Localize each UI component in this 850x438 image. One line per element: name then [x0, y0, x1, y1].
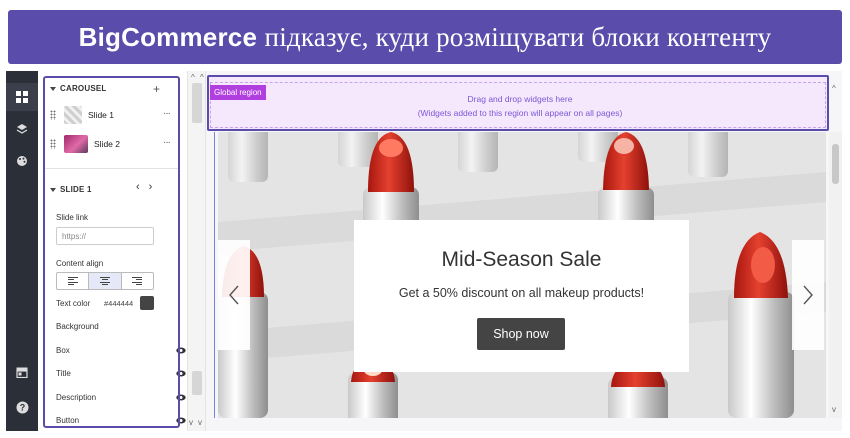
- widgets-icon[interactable]: [6, 83, 38, 111]
- panel-scrollbar[interactable]: [188, 71, 206, 431]
- promo-description: Get a 50% discount on all makeup product…: [398, 286, 645, 300]
- more-options-icon[interactable]: ···: [163, 137, 171, 148]
- promo-title: Mid-Season Sale: [441, 248, 602, 271]
- visibility-icon[interactable]: [176, 417, 186, 424]
- align-center-button[interactable]: [89, 273, 122, 289]
- visibility-icon[interactable]: [176, 394, 186, 401]
- visibility-icon[interactable]: [176, 347, 186, 354]
- canvas-guide-line: [214, 132, 215, 418]
- text-color-swatch[interactable]: [140, 296, 154, 310]
- caption-banner: BigCommerce підказує, куди розміщувати б…: [8, 10, 842, 64]
- caret-down-icon: [50, 86, 56, 91]
- property-label: Title: [56, 369, 71, 378]
- carousel-header-label: CAROUSEL: [60, 84, 107, 93]
- property-row-title[interactable]: Title: [56, 369, 206, 383]
- drop-zone-text: Drag and drop widgets here: [467, 94, 573, 104]
- help-icon[interactable]: ?: [6, 393, 38, 421]
- banner-title-brand: BigCommerce: [78, 21, 258, 52]
- svg-text:?: ?: [19, 402, 25, 412]
- shop-now-button[interactable]: Shop now: [477, 318, 565, 350]
- scrollbar-thumb[interactable]: [192, 83, 202, 123]
- property-row-background[interactable]: Background: [56, 322, 206, 336]
- carousel-section-header[interactable]: CAROUSEL: [50, 84, 107, 93]
- align-left-icon: [67, 277, 78, 285]
- slide-header-label: SLIDE 1: [60, 185, 92, 194]
- chevron-up-icon[interactable]: ^: [191, 73, 195, 82]
- add-slide-button[interactable]: +: [153, 82, 160, 96]
- drop-zone-note: (Widgets added to this region will appea…: [417, 108, 623, 118]
- list-item[interactable]: Slide 1 ···: [50, 104, 171, 126]
- slide-label: Slide 2: [94, 139, 120, 149]
- drag-handle-icon[interactable]: [50, 139, 56, 149]
- property-row-box[interactable]: Box: [56, 346, 206, 360]
- banner-title: BigCommerce підказує, куди розміщувати б…: [79, 22, 772, 53]
- slide-link-label: Slide link: [56, 213, 89, 222]
- slide-label: Slide 1: [88, 110, 114, 120]
- palette-icon[interactable]: [6, 147, 38, 175]
- more-options-icon[interactable]: ···: [163, 108, 171, 119]
- promo-box[interactable]: Mid-Season Sale Get a 50% discount on al…: [354, 220, 689, 372]
- align-center-icon: [99, 277, 110, 285]
- region-tag: Global region: [210, 85, 266, 100]
- banner-title-text: підказує, куди розміщувати блоки контент…: [264, 21, 772, 52]
- slide-thumbnail: [64, 106, 82, 124]
- carousel-next-button[interactable]: [792, 240, 824, 350]
- scrollbar-thumb-lower[interactable]: [192, 371, 202, 395]
- text-color-label: Text color: [56, 299, 91, 308]
- slide-link-input[interactable]: https://: [56, 227, 154, 245]
- text-color-value: #444444: [104, 299, 134, 308]
- carousel-prev-button[interactable]: [218, 240, 250, 350]
- property-row-button[interactable]: Button: [56, 416, 206, 430]
- canvas-scrollbar[interactable]: [829, 132, 842, 418]
- property-label: Box: [56, 346, 70, 355]
- visibility-icon[interactable]: [176, 370, 186, 377]
- drop-zone[interactable]: [210, 82, 826, 128]
- layers-icon[interactable]: [6, 115, 38, 143]
- slide-section-header[interactable]: SLIDE 1: [50, 185, 92, 194]
- property-label: Button: [56, 416, 80, 425]
- align-right-icon: [132, 277, 143, 285]
- chevron-down-icon[interactable]: v: [832, 405, 836, 414]
- property-row-description[interactable]: Description: [56, 393, 206, 407]
- screenshot-frame: BigCommerce підказує, куди розміщувати б…: [0, 0, 850, 438]
- editor-rail: ?: [6, 71, 38, 431]
- align-left-button[interactable]: [57, 273, 90, 289]
- list-item[interactable]: Slide 2 ···: [50, 133, 171, 155]
- property-label: Description: [56, 393, 97, 402]
- chevron-left-icon: [229, 285, 239, 305]
- align-right-button[interactable]: [122, 273, 153, 289]
- chevron-up-icon[interactable]: ^: [832, 84, 836, 93]
- next-slide-button[interactable]: ›: [149, 181, 153, 193]
- caret-down-icon: [50, 187, 56, 192]
- chevron-down-icon[interactable]: v: [198, 418, 202, 427]
- content-align-label: Content align: [56, 259, 104, 268]
- scrollbar-thumb[interactable]: [832, 144, 839, 184]
- storefront-icon[interactable]: [6, 358, 38, 386]
- prev-slide-button[interactable]: ‹: [136, 181, 140, 193]
- property-label: Background: [56, 322, 99, 331]
- slide-nav: ‹ ›: [136, 181, 152, 193]
- content-align-group: [56, 272, 154, 290]
- slide-thumbnail: [64, 135, 88, 153]
- chevron-down-icon[interactable]: v: [189, 418, 193, 427]
- divider: [43, 168, 180, 169]
- chevron-right-icon: [803, 285, 813, 305]
- chevron-up-icon[interactable]: ^: [200, 73, 204, 82]
- drag-handle-icon[interactable]: [50, 110, 56, 120]
